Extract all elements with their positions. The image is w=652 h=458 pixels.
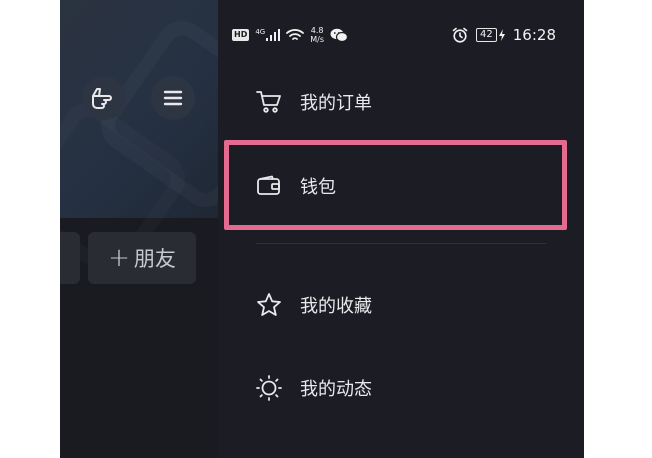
add-friend-label: 朋友 (133, 247, 176, 271)
clock: 16:28 (512, 26, 556, 44)
add-friend-button[interactable]: + 朋友 (88, 232, 196, 284)
side-drawer: HD 4G 4.8 M/s 42 16:28 我的订单 钱包 我的收藏 我的动态 (218, 0, 584, 458)
network-type: 4G (255, 28, 266, 36)
left-partial-button[interactable] (60, 232, 80, 284)
hd-badge: HD (232, 29, 250, 41)
screenshot: + 朋友 HD 4G 4.8 M/s 42 16:28 我的订单 钱包 我的收藏… (60, 0, 584, 458)
charging-icon (498, 29, 505, 41)
wallet-icon (257, 175, 280, 195)
status-bar: HD 4G 4.8 M/s 42 16:28 (218, 0, 584, 76)
hand-pointer-button[interactable] (82, 76, 126, 120)
divider (256, 243, 546, 244)
sun-icon (256, 375, 282, 401)
menu-item-label: 我的收藏 (300, 296, 372, 317)
menu-item-my-favorites[interactable]: 我的收藏 (256, 285, 556, 325)
menu-item-my-moments[interactable]: 我的动态 (256, 368, 556, 408)
profile-header (60, 0, 218, 218)
menu-item-my-orders[interactable]: 我的订单 (256, 82, 556, 122)
hand-pointer-icon (92, 88, 112, 109)
signal-indicator: 4G (255, 28, 281, 41)
status-left: HD 4G 4.8 M/s (232, 26, 348, 44)
menu-item-label: 我的订单 (300, 93, 372, 114)
alarm-icon (452, 27, 468, 43)
menu-item-label: 钱包 (300, 177, 336, 198)
battery-indicator: 42 (476, 28, 505, 42)
hamburger-icon (163, 90, 183, 106)
background-app: + 朋友 (60, 0, 218, 458)
battery-level: 42 (476, 28, 497, 42)
signal-icon (266, 29, 281, 41)
hamburger-menu-button[interactable] (151, 76, 195, 120)
network-speed: 4.8 M/s (310, 26, 324, 44)
menu-item-wallet[interactable]: 钱包 (256, 166, 556, 206)
wifi-icon (286, 29, 305, 40)
status-right: 42 16:28 (452, 26, 556, 44)
star-icon (257, 293, 281, 316)
cart-icon (256, 91, 281, 113)
speed-value: 4.8 (310, 26, 324, 35)
speed-unit: M/s (310, 35, 324, 44)
wechat-icon (330, 28, 348, 42)
plus-icon: + (108, 243, 130, 273)
menu-item-label: 我的动态 (300, 379, 372, 400)
